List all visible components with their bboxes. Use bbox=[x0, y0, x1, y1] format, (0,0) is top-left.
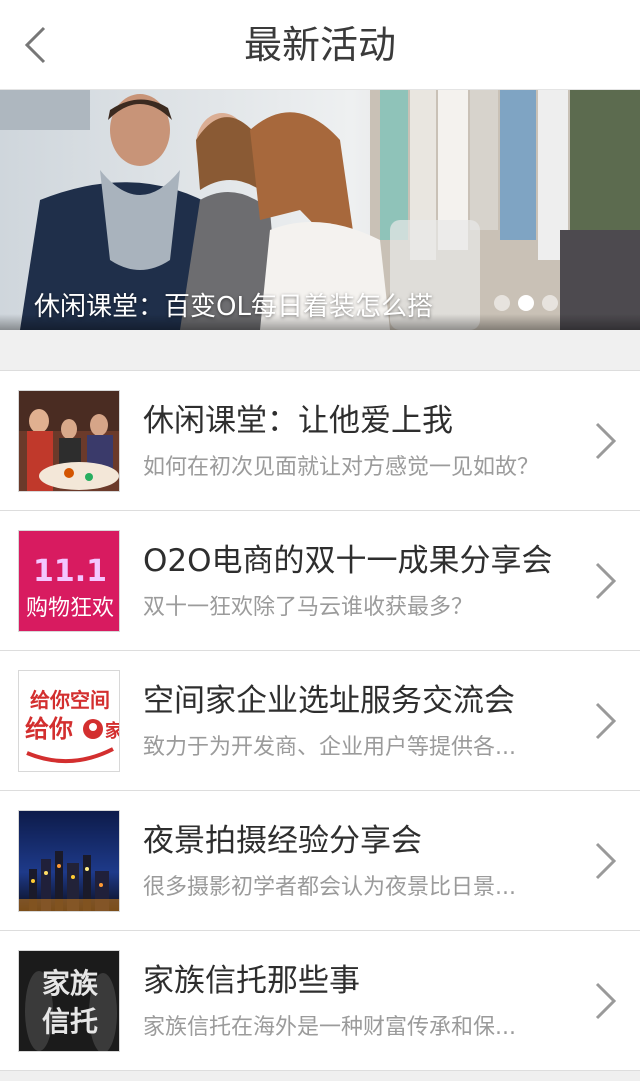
activity-title: 空间家企业选址服务交流会 bbox=[143, 683, 515, 719]
activity-item[interactable]: 11.1 购物狂欢 O2O电商的双十一成果分享会 双十一狂欢除了马云谁收获最多？ bbox=[0, 511, 640, 651]
chevron-right-icon bbox=[595, 982, 617, 1020]
activity-item[interactable]: 休闲课堂：让他爱上我 如何在初次见面就让对方感觉一见如故？ bbox=[0, 371, 640, 511]
activity-subtitle: 如何在初次见面就让对方感觉一见如故？ bbox=[143, 455, 540, 480]
carousel-dot[interactable] bbox=[542, 295, 558, 311]
activity-subtitle: 家族信托在海外是一种财富传承和保... bbox=[143, 1015, 516, 1040]
bottom-spacer bbox=[0, 1071, 640, 1081]
activity-title: 家族信托那些事 bbox=[143, 963, 360, 999]
banner-caption: 休闲课堂：百变OL每日着装怎么搭 bbox=[34, 292, 433, 322]
page-title: 最新活动 bbox=[243, 23, 396, 67]
thumb-text: 购物狂欢 bbox=[26, 596, 114, 621]
thumb-text: 给你空间 bbox=[30, 688, 110, 712]
activity-item[interactable]: 给你空间 给你 家 空间家企业选址服务交流会 致力于为开发商、企业用户等提供各.… bbox=[0, 651, 640, 791]
activity-thumbnail: 家族 信托 bbox=[18, 950, 120, 1052]
thumb-text: 信托 bbox=[42, 1005, 98, 1038]
thumb-text: 家族 bbox=[42, 967, 99, 1000]
carousel-dot[interactable] bbox=[494, 295, 510, 311]
carousel-dot-active[interactable] bbox=[518, 295, 534, 311]
activity-item[interactable]: 家族 信托 家族信托那些事 家族信托在海外是一种财富传承和保... bbox=[0, 931, 640, 1071]
activity-subtitle: 双十一狂欢除了马云谁收获最多？ bbox=[143, 595, 474, 620]
activity-thumbnail bbox=[18, 390, 120, 492]
thumb-text: 给你 bbox=[25, 715, 73, 743]
activity-title: 夜景拍摄经验分享会 bbox=[143, 823, 422, 859]
activity-title: O2O电商的双十一成果分享会 bbox=[143, 543, 553, 579]
chevron-right-icon bbox=[595, 422, 617, 460]
activity-thumbnail: 11.1 购物狂欢 bbox=[18, 530, 120, 632]
carousel-indicator bbox=[494, 295, 558, 311]
activity-subtitle: 致力于为开发商、企业用户等提供各... bbox=[143, 735, 516, 760]
chevron-right-icon bbox=[595, 702, 617, 740]
chevron-right-icon bbox=[595, 842, 617, 880]
activity-title: 休闲课堂：让他爱上我 bbox=[143, 403, 453, 439]
activity-thumbnail bbox=[18, 810, 120, 912]
chevron-right-icon bbox=[595, 562, 617, 600]
thumb-text: 11.1 bbox=[33, 554, 107, 589]
activity-subtitle: 很多摄影初学者都会认为夜景比日景... bbox=[143, 875, 516, 900]
thumb-text: 家 bbox=[105, 720, 120, 742]
banner-carousel[interactable]: 休闲课堂：百变OL每日着装怎么搭 bbox=[0, 90, 640, 330]
activity-list: 休闲课堂：让他爱上我 如何在初次见面就让对方感觉一见如故？ 11.1 购物狂欢 … bbox=[0, 370, 640, 1071]
header-bar: 最新活动 bbox=[0, 0, 640, 90]
activity-thumbnail: 给你空间 给你 家 bbox=[18, 670, 120, 772]
activity-item[interactable]: 夜景拍摄经验分享会 很多摄影初学者都会认为夜景比日景... bbox=[0, 791, 640, 931]
